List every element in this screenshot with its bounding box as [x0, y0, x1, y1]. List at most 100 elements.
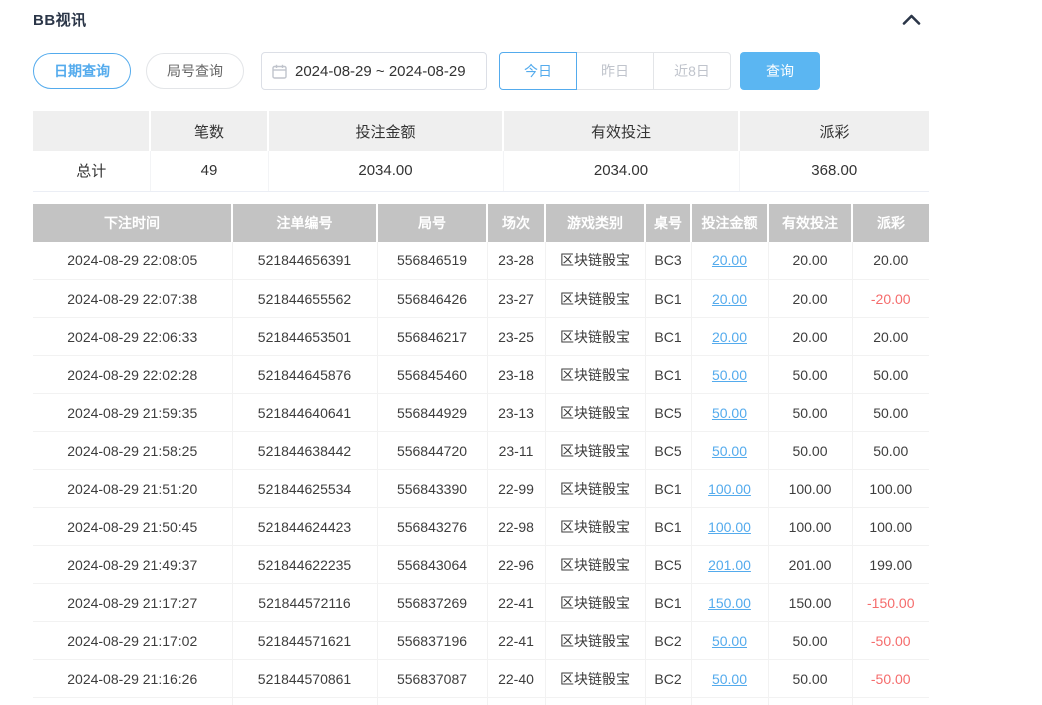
cell-valid-bet: 100.00: [768, 470, 852, 508]
bet-amount-link[interactable]: 100.00: [708, 481, 751, 497]
quick-filter-group: 今日 昨日 近8日: [499, 52, 731, 90]
cell-session: [487, 698, 545, 705]
cell-bet-number: 521844656391: [232, 242, 377, 280]
quick-filter-today[interactable]: 今日: [499, 52, 577, 90]
cell-bet-time: 2024-08-29 22:06:33: [33, 318, 232, 356]
records-header-cell: 派彩: [852, 204, 929, 242]
cell-bet-number: 521844638442: [232, 432, 377, 470]
table-row: 2024-08-29 22:07:38521844655562556846426…: [33, 280, 929, 318]
table-row: 2024-08-29 21:49:37521844622235556843064…: [33, 546, 929, 584]
cell-bet-time: 2024-08-29 21:16:26: [33, 660, 232, 698]
cell-payout: 20.00: [852, 318, 929, 356]
cell-table-number: BC1: [645, 356, 691, 394]
table-row: 2024-08-29 22:06:33521844653501556846217…: [33, 318, 929, 356]
cell-valid-bet: 20.00: [768, 280, 852, 318]
cell-round-number: 556837196: [377, 622, 487, 660]
cell-bet-number: 521844625534: [232, 470, 377, 508]
summary-header-valid-bet: 有效投注: [503, 111, 739, 151]
cell-payout: 100.00: [852, 508, 929, 546]
cell-bet-amount: 50.00: [691, 660, 768, 698]
table-row: 2024-08-29 21:50:45521844624423556843276…: [33, 508, 929, 546]
cell-session: 22-41: [487, 584, 545, 622]
cell-game-type: 区块链骰宝: [545, 280, 645, 318]
summary-total-row: 总计 49 2034.00 2034.00 368.00: [33, 151, 929, 191]
filter-bar: 日期查询 局号查询 2024-08-29 ~ 2024-08-29 今日 昨日 …: [33, 52, 1042, 90]
cell-valid-bet: 150.00: [768, 584, 852, 622]
cell-bet-time: [33, 698, 232, 705]
bet-amount-link[interactable]: 50.00: [712, 405, 747, 421]
cell-valid-bet: 201.00: [768, 546, 852, 584]
cell-valid-bet: 50.00: [768, 622, 852, 660]
records-header-cell: 游戏类别: [545, 204, 645, 242]
cell-bet-time: 2024-08-29 21:50:45: [33, 508, 232, 546]
records-header-cell: 桌号: [645, 204, 691, 242]
cell-session: 23-27: [487, 280, 545, 318]
date-range-value: 2024-08-29 ~ 2024-08-29: [295, 63, 466, 80]
cell-payout: 50.00: [852, 432, 929, 470]
bet-amount-link[interactable]: 50.00: [712, 671, 747, 687]
cell-game-type: 区块链骰宝: [545, 432, 645, 470]
summary-total-payout: 368.00: [739, 151, 929, 191]
cell-payout: -50.00: [852, 622, 929, 660]
records-header-cell: 场次: [487, 204, 545, 242]
cell-round-number: 556837269: [377, 584, 487, 622]
bet-amount-link[interactable]: 20.00: [712, 329, 747, 345]
cell-valid-bet: 100.00: [768, 508, 852, 546]
cell-table-number: BC5: [645, 432, 691, 470]
cell-session: 23-13: [487, 394, 545, 432]
bet-amount-link[interactable]: 50.00: [712, 633, 747, 649]
bet-amount-link[interactable]: 150.00: [708, 595, 751, 611]
chevron-up-icon: [902, 13, 921, 28]
tab-date-query[interactable]: 日期查询: [33, 53, 131, 89]
bet-amount-link[interactable]: 100.00: [708, 519, 751, 535]
table-row: 2024-08-29 21:51:20521844625534556843390…: [33, 470, 929, 508]
page-title: BB视讯: [33, 9, 87, 30]
cell-payout: -150.00: [852, 584, 929, 622]
cell-bet-amount: 20.00: [691, 318, 768, 356]
cell-table-number: BC5: [645, 394, 691, 432]
cell-bet-number: [232, 698, 377, 705]
records-header-cell: 有效投注: [768, 204, 852, 242]
cell-game-type: 区块链骰宝: [545, 622, 645, 660]
cell-game-type: 区块链骰宝: [545, 660, 645, 698]
cell-bet-number: 521844653501: [232, 318, 377, 356]
cell-bet-number: 521844655562: [232, 280, 377, 318]
cell-bet-time: 2024-08-29 21:49:37: [33, 546, 232, 584]
cell-bet-time: 2024-08-29 21:17:27: [33, 584, 232, 622]
summary-header-payout: 派彩: [739, 111, 929, 151]
cell-game-type: 区块链骰宝: [545, 584, 645, 622]
cell-bet-amount: 50.00: [691, 622, 768, 660]
bet-amount-link[interactable]: 201.00: [708, 557, 751, 573]
cell-valid-bet: 50.00: [768, 356, 852, 394]
cell-table-number: [645, 698, 691, 705]
summary-total-bet-amount: 2034.00: [268, 151, 503, 191]
bet-amount-link[interactable]: 20.00: [712, 252, 747, 268]
summary-total-label: 总计: [33, 151, 150, 191]
cell-bet-number: 521844572116: [232, 584, 377, 622]
bet-amount-link[interactable]: 20.00: [712, 291, 747, 307]
bet-amount-link[interactable]: 50.00: [712, 443, 747, 459]
cell-payout: 100.00: [852, 470, 929, 508]
tab-round-query[interactable]: 局号查询: [146, 53, 244, 89]
cell-bet-time: 2024-08-29 21:59:35: [33, 394, 232, 432]
bet-amount-link[interactable]: 50.00: [712, 367, 747, 383]
cell-valid-bet: 50.00: [768, 432, 852, 470]
cell-bet-number: 521844622235: [232, 546, 377, 584]
summary-table: 笔数 投注金额 有效投注 派彩 总计 49 2034.00 2034.00 36…: [33, 111, 929, 192]
cell-bet-time: 2024-08-29 22:08:05: [33, 242, 232, 280]
table-row: 2024-08-29 21:17:02521844571621556837196…: [33, 622, 929, 660]
cell-bet-time: 2024-08-29 21:17:02: [33, 622, 232, 660]
search-button[interactable]: 查询: [740, 52, 820, 90]
collapse-button[interactable]: [900, 12, 923, 27]
summary-header-bet-amount: 投注金额: [268, 111, 503, 151]
cell-bet-time: 2024-08-29 21:51:20: [33, 470, 232, 508]
cell-table-number: BC1: [645, 280, 691, 318]
cell-table-number: BC5: [645, 546, 691, 584]
quick-filter-last8days[interactable]: 近8日: [653, 52, 731, 90]
cell-bet-amount: 100.00: [691, 508, 768, 546]
cell-game-type: [545, 698, 645, 705]
quick-filter-yesterday[interactable]: 昨日: [576, 52, 654, 90]
date-range-input[interactable]: 2024-08-29 ~ 2024-08-29: [261, 52, 487, 90]
cell-game-type: 区块链骰宝: [545, 318, 645, 356]
cell-bet-time: 2024-08-29 21:58:25: [33, 432, 232, 470]
